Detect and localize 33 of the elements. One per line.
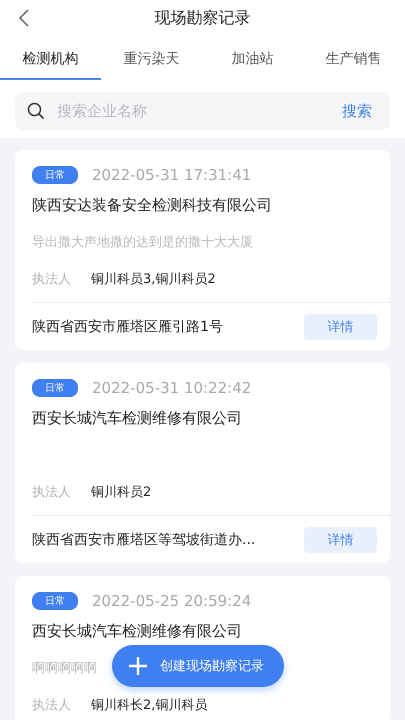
plus-icon [128, 656, 148, 676]
record-time: 2022-05-31 10:22:42 [92, 379, 252, 397]
company-name: 陕西安达装备安全检测科技有限公司 [32, 196, 273, 215]
type-tag: 日常 [32, 592, 78, 610]
record-description: 导出撒大声地撒的达到是的撒十大大厦 [32, 235, 253, 250]
record-card[interactable]: 日常 2022-05-31 17:31:41 陕西安达装备安全检测科技有限公司 导出撒大声地撒的达到是的撒十大大厦 执法人 铜川科员3,铜川科员2 陕西省西安市雁塔区雁引路1号 详情 [15, 150, 390, 350]
company-name: 西安长城汽车检测维修有限公司 [32, 409, 243, 428]
address: 陕西省西安市雁塔区等驾坡街道办... [32, 531, 256, 549]
search-button[interactable]: 搜索 [342, 102, 372, 120]
executor-label: 执法人 [32, 484, 71, 501]
record-time: 2022-05-25 20:59:24 [92, 592, 252, 610]
tab[interactable]: 重污染天 [101, 36, 202, 80]
record-time: 2022-05-31 17:31:41 [92, 166, 252, 184]
page-title: 现场勘察记录 [154, 8, 250, 28]
tab[interactable]: 检测机构 [0, 36, 101, 80]
tab[interactable]: 加油站 [202, 36, 303, 80]
record-description: 啊啊啊啊啊 [32, 661, 97, 676]
type-tag: 日常 [32, 379, 78, 397]
executor-label: 执法人 [32, 697, 71, 714]
executor-names: 铜川科长2,铜川科员 [91, 697, 208, 714]
executor-names: 铜川科员3,铜川科员2 [91, 271, 216, 288]
back-icon [18, 9, 30, 27]
executor-names: 铜川科员2 [91, 484, 152, 501]
record-card[interactable]: 日常 2022-05-31 10:22:42 西安长城汽车检测维修有限公司 执法人 铜川科员2 陕西省西安市雁塔区等驾坡街道办... 详情 [15, 363, 390, 563]
address: 陕西省西安市雁塔区雁引路1号 [32, 318, 223, 336]
tab[interactable]: 生产销售 [303, 36, 404, 80]
type-tag: 日常 [32, 166, 78, 184]
search-icon [27, 102, 45, 120]
create-button[interactable]: 创建现场勘察记录 [112, 645, 284, 687]
executor-label: 执法人 [32, 271, 71, 288]
company-name: 西安长城汽车检测维修有限公司 [32, 622, 243, 641]
search-field[interactable]: 搜索企业名称 搜索 [15, 92, 390, 130]
back-button[interactable] [18, 9, 30, 27]
